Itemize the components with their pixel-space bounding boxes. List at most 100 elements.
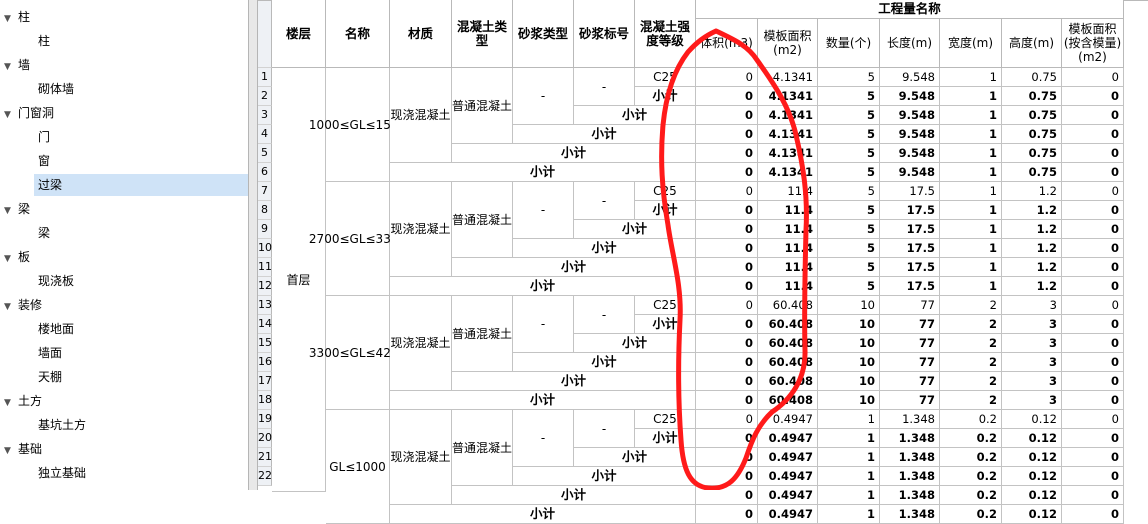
value-area-incl[interactable]: 0 [1062,505,1124,524]
value-count[interactable]: 10 [818,315,880,334]
value-count[interactable]: 1 [818,467,880,486]
row-number[interactable]: 13 [258,296,272,315]
value-count[interactable]: 1 [818,410,880,429]
value-width[interactable]: 1 [940,106,1002,125]
value-volume[interactable]: 0 [696,220,758,239]
value-height[interactable]: 3 [1002,296,1062,315]
chevron-down-icon[interactable]: ▼ [4,248,18,270]
value-height[interactable]: 1.2 [1002,201,1062,220]
value-volume[interactable]: 0 [696,486,758,505]
tree-category-2[interactable]: ▼ 门窗洞 [4,102,54,124]
value-area-incl[interactable]: 0 [1062,391,1124,410]
value-area-incl[interactable]: 0 [1062,239,1124,258]
chevron-down-icon[interactable]: ▼ [4,200,18,222]
value-length[interactable]: 77 [880,315,940,334]
value-length[interactable]: 77 [880,334,940,353]
value-area[interactable]: 60.408 [758,353,818,372]
tree-item[interactable]: 独立基础 [38,462,86,484]
value-count[interactable]: 10 [818,353,880,372]
chevron-down-icon[interactable]: ▼ [4,440,18,462]
value-count[interactable]: 5 [818,125,880,144]
tree-item[interactable]: 柱 [38,30,50,52]
value-volume[interactable]: 0 [696,239,758,258]
value-volume[interactable]: 0 [696,334,758,353]
row-number[interactable]: 17 [258,372,272,391]
value-height[interactable]: 0.12 [1002,505,1062,524]
chevron-down-icon[interactable]: ▼ [4,8,18,30]
value-width[interactable]: 1 [940,277,1002,296]
header-mat[interactable]: 材质 [390,0,452,68]
value-count[interactable]: 5 [818,144,880,163]
splitter[interactable] [249,0,258,490]
value-count[interactable]: 10 [818,391,880,410]
value-area[interactable]: 11.4 [758,277,818,296]
value-area-incl[interactable]: 0 [1062,429,1124,448]
value-area-incl[interactable]: 0 [1062,144,1124,163]
value-length[interactable]: 17.5 [880,201,940,220]
header-mgrade[interactable]: 砂浆标号 [574,0,635,68]
value-width[interactable]: 2 [940,315,1002,334]
value-length[interactable]: 77 [880,353,940,372]
value-width[interactable]: 1 [940,258,1002,277]
value-count[interactable]: 5 [818,239,880,258]
value-width[interactable]: 1 [940,163,1002,182]
value-width[interactable]: 2 [940,334,1002,353]
value-height[interactable]: 0.12 [1002,429,1062,448]
value-width[interactable]: 1 [940,201,1002,220]
value-count[interactable]: 5 [818,68,880,87]
row-number[interactable]: 5 [258,144,272,163]
value-volume[interactable]: 0 [696,163,758,182]
tree-item[interactable]: 楼地面 [38,318,74,340]
value-length[interactable]: 1.348 [880,467,940,486]
row-number[interactable]: 19 [258,410,272,429]
value-length[interactable]: 1.348 [880,429,940,448]
value-area-incl[interactable]: 0 [1062,201,1124,220]
value-width[interactable]: 1 [940,144,1002,163]
tree-item[interactable]: 窗 [38,150,50,172]
tree-category-0[interactable]: ▼ 柱 [4,6,30,28]
header-formwork-area[interactable]: 模板面积(m2) [758,19,818,68]
tree-category-3[interactable]: ▼ 梁 [4,198,30,220]
value-count[interactable]: 1 [818,505,880,524]
value-width[interactable]: 1 [940,125,1002,144]
row-number[interactable]: 21 [258,448,272,467]
value-area-incl[interactable]: 0 [1062,258,1124,277]
value-height[interactable]: 1.2 [1002,182,1062,201]
value-area[interactable]: 0.4947 [758,429,818,448]
value-volume[interactable]: 0 [696,144,758,163]
value-length[interactable]: 9.548 [880,125,940,144]
value-width[interactable]: 0.2 [940,410,1002,429]
value-length[interactable]: 77 [880,372,940,391]
value-height[interactable]: 0.12 [1002,410,1062,429]
value-length[interactable]: 17.5 [880,220,940,239]
value-count[interactable]: 1 [818,429,880,448]
value-count[interactable]: 1 [818,486,880,505]
value-height[interactable]: 0.75 [1002,68,1062,87]
value-width[interactable]: 2 [940,296,1002,315]
value-area[interactable]: 60.408 [758,372,818,391]
row-number[interactable]: 7 [258,182,272,201]
value-area[interactable]: 0.4947 [758,410,818,429]
value-volume[interactable]: 0 [696,448,758,467]
value-count[interactable]: 5 [818,220,880,239]
value-area[interactable]: 0.4947 [758,486,818,505]
value-area-incl[interactable]: 0 [1062,220,1124,239]
value-volume[interactable]: 0 [696,353,758,372]
tree-category-1[interactable]: ▼ 墙 [4,54,30,76]
value-length[interactable]: 17.5 [880,277,940,296]
row-number[interactable]: 12 [258,277,272,296]
value-area-incl[interactable]: 0 [1062,315,1124,334]
value-area[interactable]: 4.1341 [758,163,818,182]
value-area-incl[interactable]: 0 [1062,182,1124,201]
chevron-down-icon[interactable]: ▼ [4,392,18,414]
value-height[interactable]: 3 [1002,353,1062,372]
value-height[interactable]: 0.75 [1002,163,1062,182]
tree-item[interactable]: 门 [38,126,50,148]
value-area-incl[interactable]: 0 [1062,125,1124,144]
value-length[interactable]: 77 [880,296,940,315]
value-count[interactable]: 5 [818,106,880,125]
value-width[interactable]: 2 [940,391,1002,410]
value-height[interactable]: 0.75 [1002,87,1062,106]
header-mtype[interactable]: 砂浆类型 [513,0,574,68]
value-length[interactable]: 9.548 [880,68,940,87]
